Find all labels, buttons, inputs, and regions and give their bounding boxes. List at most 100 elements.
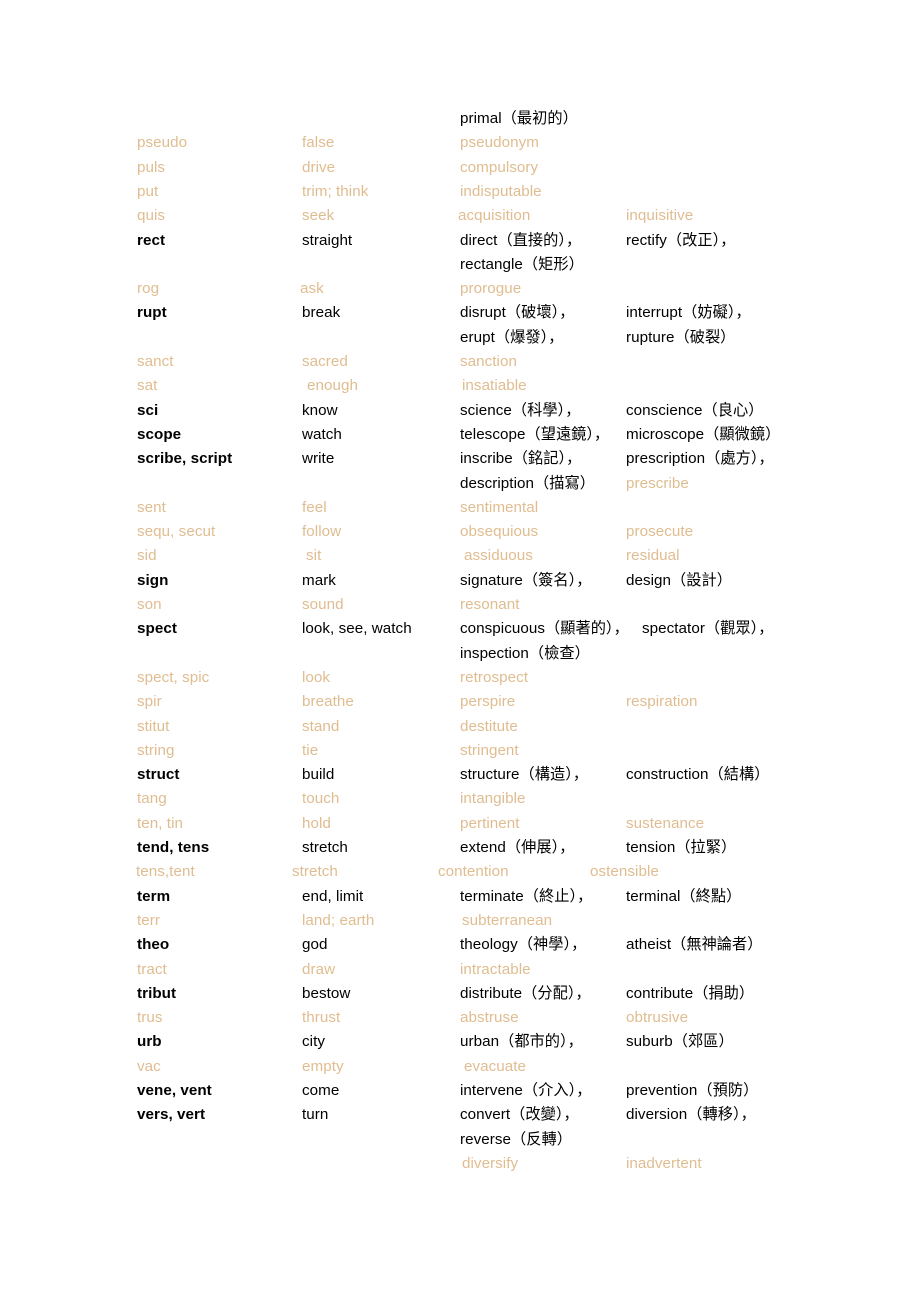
root-word-cell: tend, tens: [137, 839, 210, 856]
example-word-cell-2: prescribe: [626, 474, 689, 492]
example-word-cell-1: acquisition: [458, 207, 531, 225]
example-word-cell-1: intervene（介入），: [460, 1082, 592, 1099]
meaning-cell: seek: [302, 207, 335, 225]
table-row: erupt（爆發）， rupture（破裂）: [0, 326, 920, 350]
example-word-cell-1: pseudonym: [460, 134, 539, 152]
example-word-cell-2: sustenance: [626, 814, 705, 832]
root-word-cell: trus: [137, 1009, 163, 1027]
example-word-cell-2: interrupt（妨礙），: [626, 304, 751, 322]
example-word-cell-1: perspire: [460, 693, 516, 711]
example-word-cell-2: spectator（觀眾），: [642, 620, 774, 638]
table-row: vene, vent come intervene（介入）， prevention（預…: [0, 1079, 920, 1103]
example-word-cell-1: theology（神學），: [460, 936, 587, 954]
example-word-cell-1: retrospect: [460, 668, 529, 686]
root-word-cell: scope: [137, 425, 182, 443]
meaning-cell: empty: [302, 1057, 344, 1075]
table-row: tract draw intractable: [0, 958, 920, 982]
meaning-cell: enough: [307, 377, 358, 395]
table-row: sequ, secut follow obsequious prosecute: [0, 520, 920, 544]
root-word-cell: term: [137, 887, 171, 905]
example-word-cell-1: description（描寫）: [460, 474, 595, 492]
table-row: vers, vert turn convert（改變）， diversion（轉移），: [0, 1103, 920, 1127]
example-word-cell-1: indisputable: [460, 182, 542, 200]
example-word-cell-1: abstruse: [460, 1009, 519, 1027]
example-word-cell-1: destitute: [460, 717, 518, 735]
table-row: spect, spic look retrospect: [0, 666, 920, 690]
example-word-cell-1: pertinent: [460, 814, 520, 832]
example-word-cell-1: rectangle（矩形）: [460, 255, 584, 273]
root-word-cell: sid: [137, 547, 157, 565]
root-word-cell: son: [137, 596, 162, 613]
meaning-cell: stand: [302, 717, 340, 735]
root-word-cell: vac: [137, 1057, 161, 1075]
example-word-cell-1: primal（最初的）: [460, 110, 578, 127]
example-word-cell-2: terminal（終點）: [626, 887, 742, 905]
example-word-cell-1: inscribe（銘記），: [460, 450, 582, 468]
table-row: terr land; earth subterranean: [0, 909, 920, 933]
example-word-cell-1: conspicuous（顯著的），: [460, 620, 629, 638]
table-row: theo god theology（神學）， atheist（無神論者）: [0, 933, 920, 957]
meaning-cell: trim; think: [302, 182, 369, 200]
meaning-cell: watch: [302, 425, 342, 443]
root-word-cell: scribe, script: [137, 450, 233, 468]
root-word-cell: put: [137, 182, 159, 200]
meaning-cell: sacred: [302, 353, 348, 370]
example-word-cell-1: intractable: [460, 960, 531, 978]
example-word-cell-1: resonant: [460, 596, 520, 613]
root-word-cell: sequ, secut: [137, 523, 216, 541]
meaning-cell: ask: [300, 280, 324, 298]
root-word-cell: ten, tin: [137, 814, 183, 832]
root-word-cell: pseudo: [137, 134, 188, 152]
root-word-cell: tens,tent: [136, 863, 195, 881]
table-row: struct build structure（構造）， construction（結構…: [0, 763, 920, 787]
table-row: urb city urban（都市的）， suburb（郊區）: [0, 1030, 920, 1054]
meaning-cell: follow: [302, 523, 342, 541]
table-row: tend, tens stretch extend（伸展）， tension（拉緊）: [0, 836, 920, 860]
root-word-table: primal（最初的） pseudo false pseudonym puls drive…: [0, 0, 920, 1302]
table-row: scribe, script write inscribe（銘記）， prescrip…: [0, 447, 920, 471]
table-row: spect look, see, watch conspicuous（顯著的）， sp…: [0, 617, 920, 641]
example-word-cell-1: convert（改變），: [460, 1106, 579, 1124]
example-word-cell-2: obtrusive: [626, 1009, 689, 1027]
meaning-cell: end, limit: [302, 887, 364, 905]
example-word-cell-2: inadvertent: [626, 1154, 702, 1172]
root-word-cell: spect, spic: [137, 668, 210, 686]
table-row: quis seek acquisition inquisitive: [0, 204, 920, 228]
example-word-cell-2: rupture（破裂）: [626, 328, 736, 346]
root-word-cell: sanct: [137, 353, 174, 370]
example-word-cell-2: inquisitive: [626, 207, 694, 225]
example-word-cell-2: ostensible: [590, 863, 659, 881]
root-word-cell: sent: [137, 498, 166, 516]
example-word-cell-1: reverse（反轉）: [460, 1130, 572, 1148]
meaning-cell: thrust: [302, 1009, 341, 1027]
root-word-cell: sat: [137, 377, 158, 395]
table-row: reverse（反轉）: [0, 1128, 920, 1152]
example-word-cell-1: signature（簽名），: [460, 571, 592, 589]
root-word-cell: sign: [137, 571, 169, 589]
root-word-cell: rect: [137, 231, 166, 249]
example-word-cell-1: extend（伸展），: [460, 839, 575, 856]
table-row: inspection（檢查）: [0, 642, 920, 666]
meaning-cell: mark: [302, 571, 336, 589]
example-word-cell-1: distribute（分配），: [460, 984, 591, 1002]
example-word-cell-2: respiration: [626, 693, 698, 711]
example-word-cell-1: obsequious: [460, 523, 539, 541]
example-word-cell-2: residual: [626, 547, 680, 565]
example-word-cell-1: urban（都市的），: [460, 1033, 583, 1051]
meaning-cell: look, see, watch: [302, 620, 412, 638]
example-word-cell-1: sentimental: [460, 498, 539, 516]
root-word-cell: vene, vent: [137, 1082, 212, 1099]
meaning-cell: city: [302, 1033, 325, 1051]
example-word-cell-1: telescope（望遠鏡），: [460, 425, 610, 443]
example-word-cell-1: disrupt（破壞），: [460, 304, 575, 322]
meaning-cell: false: [302, 134, 335, 152]
meaning-cell: write: [302, 450, 335, 468]
example-word-cell-1: science（科學），: [460, 401, 581, 419]
meaning-cell: look: [302, 668, 331, 686]
root-word-cell: tract: [137, 960, 167, 978]
example-word-cell-1: subterranean: [462, 911, 553, 929]
root-word-cell: spect: [137, 620, 177, 638]
example-word-cell-1: stringent: [460, 741, 519, 759]
table-row: scope watch telescope（望遠鏡）， microscope（顯微鏡）: [0, 423, 920, 447]
table-row: rectangle（矩形）: [0, 253, 920, 277]
